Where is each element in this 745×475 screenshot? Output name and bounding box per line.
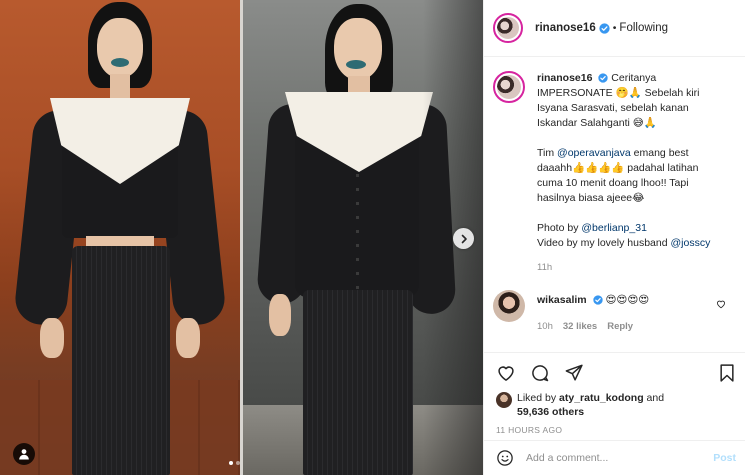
- photo-right: [243, 0, 483, 475]
- verified-icon: [598, 73, 609, 83]
- caption-line: daaahh👍👍👍👍 padahal latihan: [537, 162, 699, 174]
- caption-line: IMPERSONATE 🤭🙏 Sebelah kiri: [537, 87, 700, 99]
- chevron-right-icon: [461, 234, 467, 243]
- carousel-dots: [229, 461, 240, 465]
- caption-text-part: Photo by: [537, 222, 582, 234]
- avatar[interactable]: [493, 13, 523, 43]
- save-icon[interactable]: [718, 363, 736, 383]
- caption-text-part: Video by my lovely husband: [537, 237, 671, 249]
- caption-line: Isyana Sarasvati, sebelah kanan: [537, 102, 689, 114]
- emoji-icon[interactable]: [496, 449, 514, 467]
- mention-link[interactable]: @berlianp_31: [581, 222, 647, 234]
- caption-time[interactable]: 11h: [537, 260, 733, 275]
- comment-meta: 10h 32 likes Reply: [537, 319, 707, 334]
- comment-likes[interactable]: 32 likes: [563, 319, 597, 334]
- caption-username[interactable]: rinanose16: [537, 72, 592, 84]
- post-button[interactable]: Post: [713, 452, 736, 464]
- caption-text: rinanose16 Ceritanya IMPERSONATE 🤭🙏 Sebe…: [537, 71, 733, 275]
- heart-icon[interactable]: [496, 363, 516, 383]
- caption-line: cuma 10 menit doang lhoo!! Tapi: [537, 177, 689, 189]
- carousel-dot: [229, 461, 233, 465]
- caption-text-part: emang best: [630, 147, 689, 159]
- share-icon[interactable]: [564, 363, 584, 383]
- post-header: rinanose16 • Following: [484, 0, 745, 57]
- caption-line: Iskandar Salahganti 😅🙏: [537, 117, 657, 129]
- caption-line: hasilnya biasa ajeee😂: [537, 192, 645, 204]
- post-media[interactable]: [0, 0, 483, 475]
- add-comment-bar: Post: [484, 440, 745, 475]
- caption-row: rinanose16 Ceritanya IMPERSONATE 🤭🙏 Sebe…: [493, 71, 736, 275]
- comment-input[interactable]: [526, 452, 714, 464]
- caption-line: Ceritanya: [611, 72, 657, 84]
- comment-time[interactable]: 10h: [537, 319, 553, 334]
- person-right: [243, 0, 483, 475]
- likes-count-link[interactable]: 59,636 others: [517, 406, 584, 418]
- next-slide-button[interactable]: [453, 228, 474, 249]
- post-timestamp[interactable]: 11 HOURS AGO: [496, 425, 736, 435]
- photo-left: [0, 0, 240, 475]
- heart-icon[interactable]: [716, 299, 726, 309]
- following-button[interactable]: Following: [619, 22, 668, 34]
- likes-summary: Liked by aty_ratu_kodong and 59,636 othe…: [496, 391, 736, 419]
- likes-and: and: [643, 392, 665, 404]
- caption-text-part: Tim: [537, 147, 558, 159]
- header-username[interactable]: rinanose16: [535, 22, 596, 34]
- post-side-panel: rinanose16 • Following rinanose16 Cerita…: [483, 0, 745, 475]
- mention-link[interactable]: @josscy: [670, 237, 710, 249]
- verified-icon: [592, 295, 603, 305]
- user-tag-button[interactable]: [13, 443, 35, 465]
- user-tag-icon: [19, 449, 29, 460]
- carousel-dot: [236, 461, 240, 465]
- likes-prefix: Liked by: [517, 392, 560, 404]
- comments-scroll-area[interactable]: rinanose16 Ceritanya IMPERSONATE 🤭🙏 Sebe…: [484, 58, 745, 352]
- action-bar: Liked by aty_ratu_kodong and 59,636 othe…: [484, 352, 745, 435]
- comment-item: wikasalim 😍😍😍😍 10h 32 likes Reply: [493, 290, 736, 334]
- person-left: [0, 0, 240, 475]
- comment-username[interactable]: wikasalim: [537, 294, 587, 306]
- comment-text: 😍😍😍😍: [605, 294, 650, 306]
- comment-icon[interactable]: [530, 363, 550, 383]
- avatar[interactable]: [493, 71, 525, 103]
- avatar[interactable]: [496, 392, 512, 408]
- mention-link[interactable]: @operavanjava: [557, 147, 631, 159]
- avatar[interactable]: [493, 290, 525, 322]
- verified-icon: [599, 22, 610, 34]
- reply-button[interactable]: Reply: [607, 319, 633, 334]
- likes-user-link[interactable]: aty_ratu_kodong: [559, 392, 644, 404]
- header-separator: •: [612, 22, 617, 34]
